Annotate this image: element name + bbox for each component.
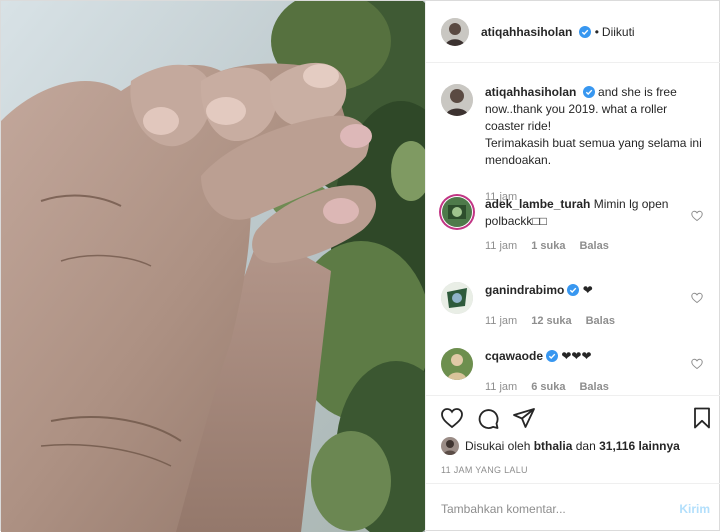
separator-dot: • xyxy=(594,24,599,39)
comment-text: ❤ xyxy=(582,283,593,297)
like-heart-icon[interactable] xyxy=(440,406,464,430)
owner-username-link[interactable]: atiqahhasiholan xyxy=(481,25,591,39)
save-bookmark-icon[interactable] xyxy=(690,406,714,430)
reply-button[interactable]: Balas xyxy=(586,313,615,330)
verified-badge-icon xyxy=(546,350,559,362)
post-actions xyxy=(426,395,720,439)
likes-mid: dan xyxy=(575,439,596,453)
like-comment-icon[interactable] xyxy=(691,210,703,222)
like-comment-icon[interactable] xyxy=(691,292,703,304)
holding-hands-photo xyxy=(1,1,425,532)
comment-likes[interactable]: 12 suka xyxy=(531,313,571,330)
comment-time[interactable]: 11 jam xyxy=(485,238,517,255)
comment-avatar[interactable] xyxy=(441,348,473,380)
post-timestamp[interactable]: 11 JAM YANG LALU xyxy=(441,465,528,475)
post-dialog: atiqahhasiholan • Diikuti atiqahhasiholan… xyxy=(0,0,720,532)
comment-likes[interactable]: 6 suka xyxy=(531,379,565,394)
likes-prefix: Disukai oleh xyxy=(465,439,531,453)
comment-text: ❤❤❤ xyxy=(561,349,592,363)
comment-avatar-story-ring[interactable] xyxy=(439,194,475,230)
liker-username[interactable]: bthalia xyxy=(534,439,573,453)
caption-item: atiqahhasiholan and she is free now..tha… xyxy=(441,84,707,206)
comment-username[interactable]: cqawaode xyxy=(485,349,543,363)
comment-username[interactable]: adek_lambe_turah xyxy=(485,197,590,211)
send-comment-button[interactable]: Kirim xyxy=(679,502,710,516)
post-details-panel: atiqahhasiholan • Diikuti atiqahhasiholan… xyxy=(425,1,720,532)
likes-summary: Disukai oleh bthalia dan 31,116 lainnya xyxy=(441,437,680,455)
comment-likes[interactable]: 1 suka xyxy=(531,238,565,255)
follow-status-label[interactable]: Diikuti xyxy=(602,25,635,39)
liker-avatar[interactable] xyxy=(441,437,459,455)
comment-item: ganindrabimo ❤ 11 jam 12 suka Balas xyxy=(441,282,707,330)
comment-username[interactable]: ganindrabimo xyxy=(485,283,564,297)
reply-button[interactable]: Balas xyxy=(579,379,608,394)
comment-item: cqawaode ❤❤❤ 11 jam 6 suka Balas xyxy=(441,348,707,394)
verified-badge-icon xyxy=(578,25,591,38)
caption-text-2: Terimakasih buat semua yang selama ini m… xyxy=(485,136,702,167)
comment-item: adek_lambe_turah Mimin lg open polbackk□… xyxy=(439,194,707,255)
verified-badge-icon xyxy=(567,284,580,296)
likes-count[interactable]: 31,116 lainnya xyxy=(599,439,680,453)
like-comment-icon[interactable] xyxy=(691,358,703,370)
follow-status[interactable]: • Diikuti xyxy=(595,25,635,39)
caption-username[interactable]: atiqahhasiholan xyxy=(485,85,576,99)
owner-avatar[interactable] xyxy=(441,17,469,46)
verified-badge-icon xyxy=(582,86,595,98)
comment-input[interactable]: Tambahkan komentar... xyxy=(441,502,566,516)
comment-composer: Tambahkan komentar... Kirim xyxy=(426,483,720,532)
comment-avatar[interactable] xyxy=(441,282,473,314)
comment-bubble-icon[interactable] xyxy=(476,406,500,430)
share-send-icon[interactable] xyxy=(512,406,536,430)
comment-avatar[interactable] xyxy=(442,197,472,227)
reply-button[interactable]: Balas xyxy=(579,238,608,255)
comments-list[interactable]: atiqahhasiholan and she is free now..tha… xyxy=(426,64,720,394)
comment-time[interactable]: 11 jam xyxy=(485,313,517,330)
post-photo[interactable] xyxy=(1,1,425,532)
post-header: atiqahhasiholan • Diikuti xyxy=(426,1,720,63)
comment-time[interactable]: 11 jam xyxy=(485,379,517,394)
owner-username[interactable]: atiqahhasiholan xyxy=(481,25,572,39)
caption-avatar[interactable] xyxy=(441,84,473,116)
